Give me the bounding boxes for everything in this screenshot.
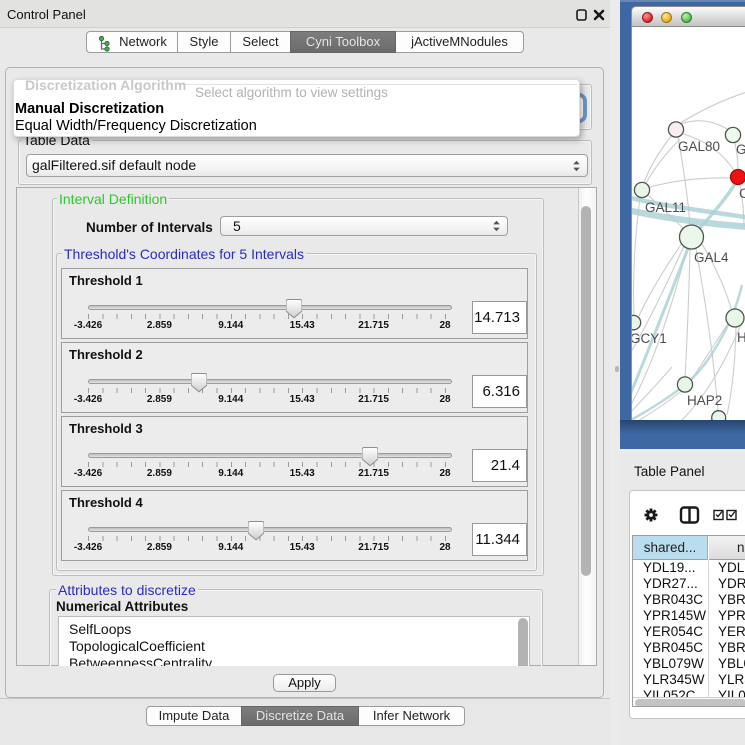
svg-text:GAL11: GAL11 <box>645 200 686 215</box>
svg-text:H: H <box>737 330 745 345</box>
svg-text:GAL80: GAL80 <box>678 139 720 154</box>
svg-text:GA: GA <box>736 142 745 157</box>
svg-text:HAP2: HAP2 <box>687 393 722 408</box>
svg-text:GCY1: GCY1 <box>632 331 667 346</box>
svg-text:C: C <box>739 186 745 201</box>
svg-text:GAL4: GAL4 <box>694 250 729 265</box>
